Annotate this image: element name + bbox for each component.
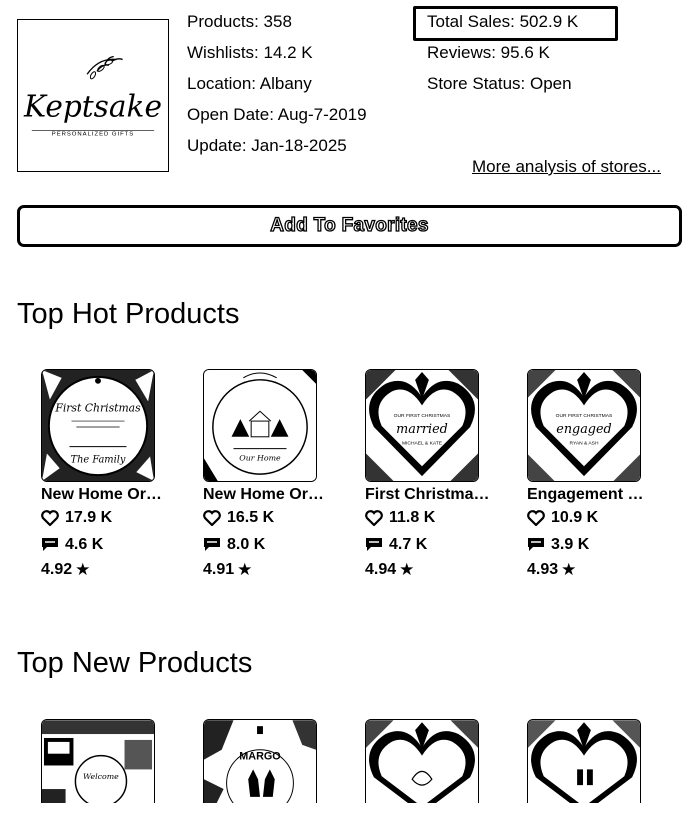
total-sales: Total Sales: 502.9 K (427, 12, 579, 31)
product-card[interactable]: First Christmas The Family New Home Orna… (41, 369, 176, 582)
svg-text:PERSONALIZED GIFTS: PERSONALIZED GIFTS (52, 131, 134, 137)
reviews-stat: 4.7 K (365, 531, 500, 558)
likes-count: 17.9 K (65, 508, 113, 526)
update-date: Update: Jan-18-2025 (187, 136, 347, 155)
new-product-image[interactable] (365, 719, 479, 809)
reviews-stat: 8.0 K (203, 531, 338, 558)
rating-value: 4.91 (203, 561, 235, 578)
svg-text:Our Home: Our Home (239, 453, 281, 462)
comment-icon (366, 538, 382, 551)
reviews-stat: 4.6 K (41, 531, 176, 558)
product-name[interactable]: New Home Ornament (41, 486, 169, 504)
rating: 4.91 ★ (203, 558, 338, 582)
open-date: Open Date: Aug-7-2019 (187, 105, 367, 124)
svg-text:OUR FIRST CHRISTMAS: OUR FIRST CHRISTMAS (556, 413, 613, 419)
star-icon: ★ (237, 560, 253, 580)
heart-icon (203, 509, 221, 526)
heart-icon (41, 509, 59, 526)
heart-icon (365, 509, 383, 526)
more-analysis-link[interactable]: More analysis of stores... (472, 157, 661, 177)
likes-stat: 10.9 K (527, 504, 662, 531)
product-image[interactable]: First Christmas The Family (41, 369, 155, 482)
reviews-count: 4.6 K (65, 535, 104, 553)
reviews-count: Reviews: 95.6 K (427, 43, 550, 62)
likes-count: 10.9 K (551, 508, 599, 526)
product-image[interactable]: Our Home (203, 369, 317, 482)
svg-text:MARGO: MARGO (239, 751, 280, 763)
likes-count: 16.5 K (227, 508, 275, 526)
svg-text:MICHAEL & KATE: MICHAEL & KATE (402, 441, 443, 447)
add-to-favorites-label: Add To Favorites (270, 214, 430, 236)
svg-text:engaged: engaged (556, 422, 611, 437)
svg-text:First Christmas: First Christmas (54, 401, 141, 414)
new-product-image[interactable]: MARGO (203, 719, 317, 809)
rating-value: 4.92 (41, 561, 73, 578)
rating-value: 4.93 (527, 561, 559, 578)
rating: 4.92 ★ (41, 558, 176, 582)
svg-text:Welcome: Welcome (83, 772, 119, 781)
svg-text:RYAN & ASH: RYAN & ASH (570, 441, 599, 447)
comment-icon (528, 538, 544, 551)
product-image[interactable]: OUR FIRST CHRISTMAS married MICHAEL & KA… (365, 369, 479, 482)
page-bottom-edge (0, 803, 692, 820)
reviews-count: 4.7 K (389, 535, 428, 553)
product-image[interactable]: OUR FIRST CHRISTMAS engaged RYAN & ASH (527, 369, 641, 482)
likes-stat: 17.9 K (41, 504, 176, 531)
hot-products-title: Top Hot Products (17, 298, 240, 330)
star-icon: ★ (561, 560, 577, 580)
product-name[interactable]: First Christmas Married (365, 486, 493, 504)
svg-text:OUR FIRST CHRISTMAS: OUR FIRST CHRISTMAS (394, 413, 451, 419)
products-count: Products: 358 (187, 12, 292, 31)
new-product-image[interactable]: Welcome (41, 719, 155, 809)
likes-stat: 16.5 K (203, 504, 338, 531)
new-products-title: Top New Products (17, 647, 253, 679)
product-name[interactable]: Engagement Christmas (527, 486, 655, 504)
store-status: Store Status: Open (427, 74, 572, 93)
svg-text:The Family: The Family (71, 454, 126, 465)
comment-icon (42, 538, 58, 551)
reviews-count: 3.9 K (551, 535, 590, 553)
rating: 4.93 ★ (527, 558, 662, 582)
rating: 4.94 ★ (365, 558, 500, 582)
product-card[interactable]: OUR FIRST CHRISTMAS engaged RYAN & ASH E… (527, 369, 662, 582)
reviews-count: 8.0 K (227, 535, 266, 553)
svg-text:married: married (396, 422, 448, 437)
add-to-favorites-button[interactable]: Add To Favorites (17, 205, 682, 247)
likes-count: 11.8 K (389, 508, 436, 526)
product-card[interactable]: OUR FIRST CHRISTMAS married MICHAEL & KA… (365, 369, 500, 582)
product-card[interactable]: Our Home New Home Ornament 16.5 K 8.0 K … (203, 369, 338, 582)
svg-text:Keptsake: Keptsake (23, 90, 162, 124)
reviews-stat: 3.9 K (527, 531, 662, 558)
new-product-image[interactable] (527, 719, 641, 809)
heart-icon (527, 509, 545, 526)
likes-stat: 11.8 K (365, 504, 500, 531)
store-logo: Keptsake PERSONALIZED GIFTS (17, 19, 169, 172)
comment-icon (204, 538, 220, 551)
store-location: Location: Albany (187, 74, 312, 93)
rating-value: 4.94 (365, 561, 397, 578)
product-name[interactable]: New Home Ornament (203, 486, 331, 504)
star-icon: ★ (399, 560, 415, 580)
wishlists-count: Wishlists: 14.2 K (187, 43, 313, 62)
star-icon: ★ (75, 560, 91, 580)
